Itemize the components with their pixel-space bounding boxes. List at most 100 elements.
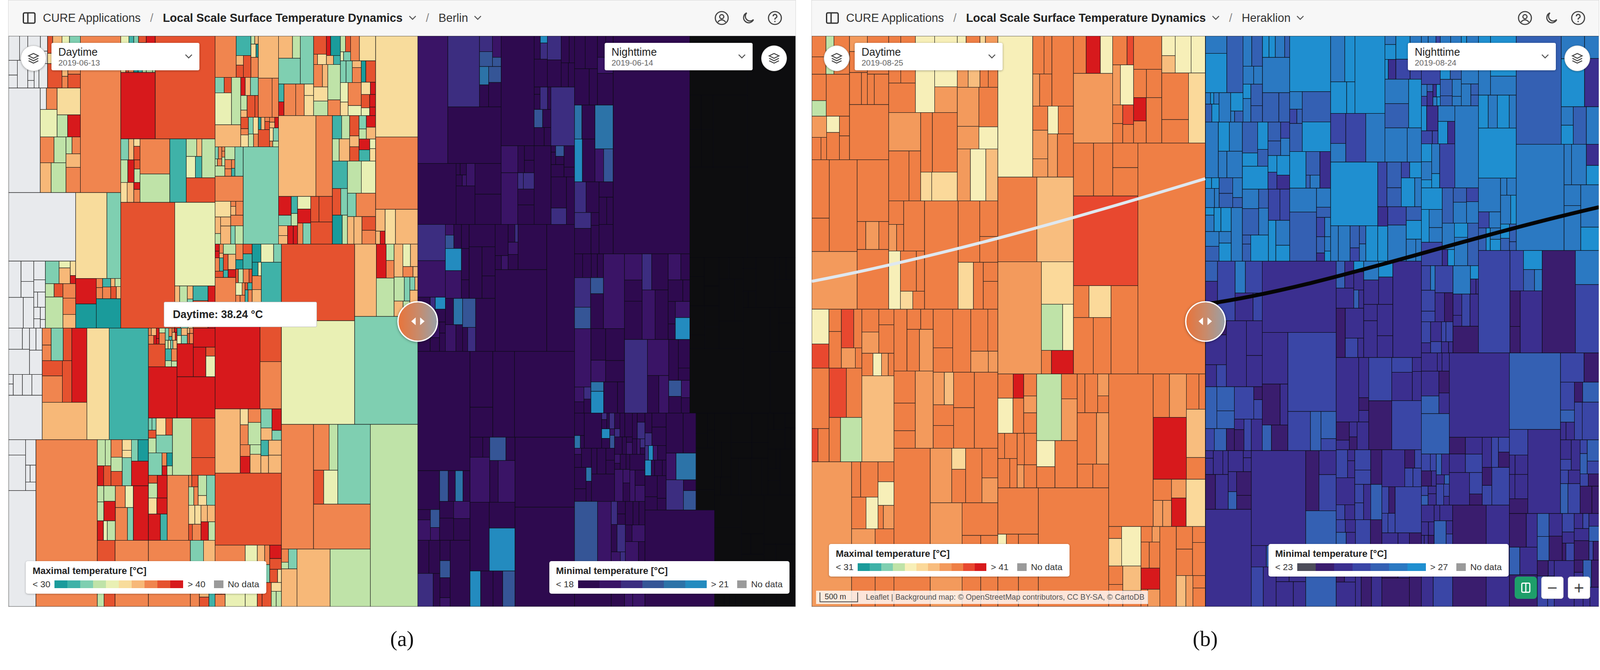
map-block[interactable] [1061, 398, 1078, 441]
map-block[interactable] [1428, 521, 1434, 536]
map-block[interactable] [1216, 386, 1235, 411]
map-block[interactable] [518, 172, 524, 190]
map-block[interactable] [455, 324, 463, 352]
map-block[interactable] [855, 348, 862, 369]
map-block[interactable] [1335, 582, 1356, 607]
map-block[interactable] [609, 428, 615, 436]
map-block[interactable] [1161, 36, 1176, 56]
map-block[interactable] [873, 353, 882, 376]
map-block[interactable] [194, 505, 201, 525]
map-block[interactable] [355, 193, 376, 217]
map-block[interactable] [231, 159, 236, 169]
map-block[interactable] [1319, 151, 1331, 189]
map-block[interactable] [475, 298, 495, 352]
map-block[interactable] [1358, 357, 1369, 398]
map-block[interactable] [920, 309, 934, 330]
map-block[interactable] [193, 347, 206, 377]
map-block[interactable] [644, 476, 658, 498]
map-block[interactable] [681, 397, 691, 414]
map-block[interactable] [224, 168, 232, 177]
map-block[interactable] [861, 376, 895, 463]
map-block[interactable] [1305, 151, 1320, 176]
map-block[interactable] [1122, 105, 1134, 125]
map-block[interactable] [54, 136, 67, 163]
map-block[interactable] [340, 36, 346, 52]
city-select[interactable]: Heraklion [1241, 11, 1291, 25]
map-block[interactable] [896, 224, 904, 252]
map-block[interactable] [1426, 105, 1438, 131]
map-block[interactable] [1421, 343, 1431, 354]
map-block[interactable] [1012, 398, 1024, 434]
map-block[interactable] [1461, 84, 1471, 106]
map-block[interactable] [903, 201, 925, 252]
map-block[interactable] [1401, 177, 1415, 207]
map-block[interactable] [445, 324, 457, 352]
map-block[interactable] [1176, 526, 1193, 550]
map-block[interactable] [1146, 69, 1162, 98]
map-block[interactable] [97, 485, 104, 503]
map-block[interactable] [162, 453, 167, 467]
map-block[interactable] [125, 485, 134, 508]
map-block[interactable] [1437, 105, 1455, 122]
map-block[interactable] [167, 475, 189, 541]
map-block[interactable] [741, 533, 751, 555]
map-block[interactable] [1478, 211, 1489, 229]
map-block[interactable] [574, 307, 591, 329]
map-block[interactable] [534, 59, 548, 88]
map-block[interactable] [683, 280, 691, 302]
map-block[interactable] [551, 207, 567, 225]
map-block[interactable] [1289, 36, 1331, 92]
map-block[interactable] [997, 177, 1037, 262]
map-block[interactable] [1335, 357, 1359, 422]
map-block[interactable] [1228, 491, 1237, 510]
map-block[interactable] [340, 51, 344, 61]
map-block[interactable] [1588, 526, 1599, 542]
map-block[interactable] [1305, 450, 1319, 511]
map-block[interactable] [1467, 223, 1479, 266]
map-block[interactable] [702, 129, 714, 168]
map-block[interactable] [1205, 231, 1220, 247]
map-block[interactable] [1149, 542, 1161, 569]
map-block[interactable] [417, 351, 471, 471]
map-block[interactable] [982, 478, 998, 504]
map-block[interactable] [199, 597, 209, 607]
map-block[interactable] [1575, 250, 1599, 285]
map-block[interactable] [1384, 79, 1409, 104]
map-block[interactable] [87, 328, 110, 440]
map-block[interactable] [156, 418, 166, 436]
map-block[interactable] [1431, 173, 1440, 188]
map-block[interactable] [480, 571, 494, 607]
map-block[interactable] [1185, 575, 1193, 607]
map-block[interactable] [1262, 384, 1281, 425]
map-block[interactable] [811, 36, 826, 58]
map-block[interactable] [45, 261, 60, 284]
map-block[interactable] [1509, 291, 1521, 327]
map-block[interactable] [719, 279, 735, 322]
map-block[interactable] [8, 349, 30, 375]
map-block[interactable] [1226, 151, 1243, 178]
map-block[interactable] [168, 340, 171, 350]
map-block[interactable] [240, 110, 248, 118]
map-block[interactable] [342, 215, 348, 245]
map-block[interactable] [1289, 151, 1306, 189]
map-block[interactable] [133, 485, 149, 541]
map-block[interactable] [657, 498, 667, 510]
map-block[interactable] [839, 135, 850, 160]
map-block[interactable] [659, 375, 669, 413]
map-block[interactable] [75, 192, 107, 279]
map-block[interactable] [589, 68, 598, 106]
map-block[interactable] [1337, 225, 1350, 262]
map-block[interactable] [250, 454, 261, 474]
map-block[interactable] [599, 197, 607, 225]
map-block[interactable] [877, 461, 894, 483]
map-block[interactable] [205, 347, 215, 357]
map-block[interactable] [1560, 125, 1573, 145]
map-block[interactable] [1073, 143, 1094, 196]
map-block[interactable] [215, 176, 244, 202]
map-block[interactable] [260, 440, 269, 456]
map-block[interactable] [215, 258, 220, 272]
map-block[interactable] [1171, 479, 1187, 499]
map-block[interactable] [27, 80, 35, 89]
map-block[interactable] [647, 375, 660, 413]
map-block[interactable] [1250, 419, 1263, 452]
